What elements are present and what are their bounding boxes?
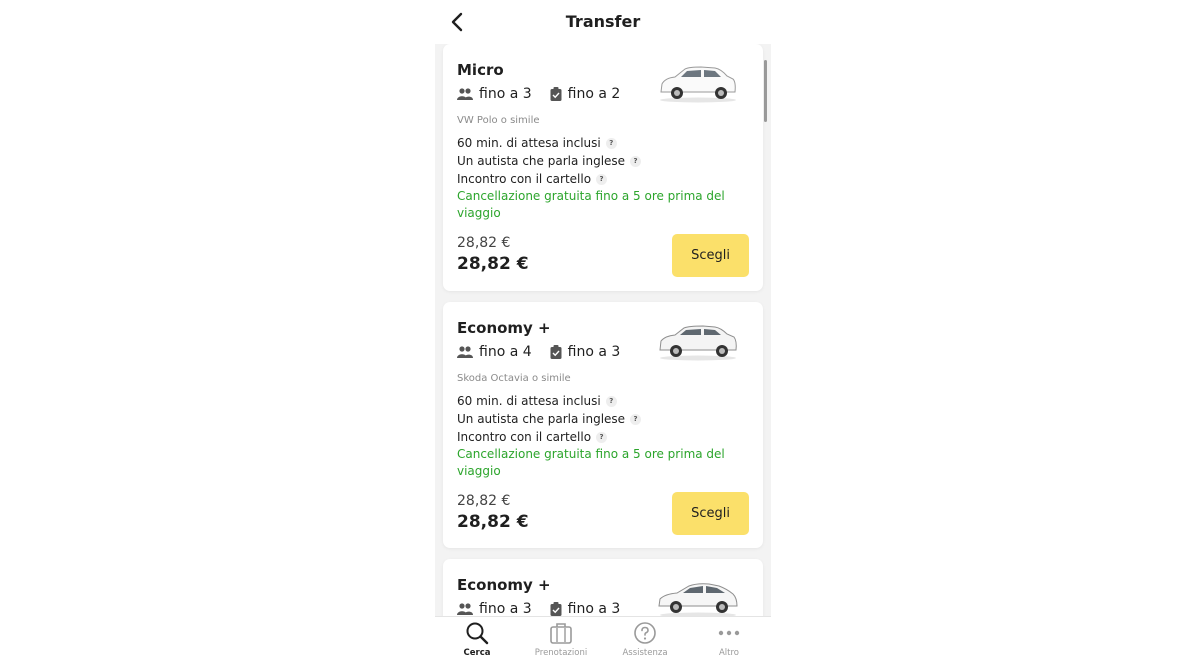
tab-label: Cerca	[463, 648, 491, 658]
help-icon[interactable]: ?	[596, 173, 608, 185]
car-image	[658, 583, 738, 616]
help-icon[interactable]: ?	[630, 413, 642, 425]
capacity-row: fino a 3 fino a 2	[457, 86, 638, 102]
passengers-capacity: fino a 3	[479, 601, 532, 616]
bottom-tab-bar: Cerca Prenotazioni Assistenza Altro	[435, 616, 771, 670]
passengers-icon	[457, 346, 473, 358]
vehicle-model: VW Polo o simile	[457, 115, 540, 126]
passengers-icon	[457, 603, 473, 615]
help-icon[interactable]: ?	[630, 155, 642, 167]
help-icon[interactable]: ?	[596, 431, 608, 443]
car-image	[660, 66, 736, 103]
feature-text: Un autista che parla inglese	[457, 154, 626, 168]
capacity-row: fino a 4 fino a 3	[457, 344, 638, 360]
tab-label: Prenotazioni	[534, 648, 588, 658]
header: Transfer	[435, 0, 771, 44]
vehicle-class-name: Economy +	[457, 319, 551, 337]
search-icon	[466, 622, 489, 645]
free-cancellation-text: Cancellazione gratuita fino a 5 ore prim…	[457, 189, 725, 220]
final-price: 28,82 €	[457, 512, 529, 532]
feature-text: Un autista che parla inglese	[457, 412, 626, 426]
passengers-capacity: fino a 4	[479, 344, 532, 360]
feature-text: 60 min. di attesa inclusi	[457, 394, 601, 408]
transfer-card-economy-plus-2: Economy + fino a 3 fino a 3	[443, 559, 763, 616]
help-icon	[634, 622, 656, 644]
capacity-row: fino a 3 fino a 3	[457, 601, 638, 616]
tab-bookings[interactable]: Prenotazioni	[519, 617, 603, 670]
feature-item: Un autista che parla inglese?	[457, 152, 747, 170]
features-list: 60 min. di attesa inclusi? Un autista ch…	[457, 392, 747, 480]
feature-text: 60 min. di attesa inclusi	[457, 136, 601, 150]
feature-text: Incontro con il cartello	[457, 172, 592, 186]
vehicle-class-name: Micro	[457, 61, 504, 79]
transfer-card-micro: Micro fino a 3 fino a 2 VW Polo o simile…	[443, 44, 763, 291]
page-title: Transfer	[565, 12, 641, 31]
app-screen: Transfer Micro fino a 3 fino a 2 VW Polo…	[435, 0, 771, 670]
tab-search[interactable]: Cerca	[435, 617, 519, 670]
luggage-capacity: fino a 3	[567, 601, 621, 616]
transfer-card-economy-plus: Economy + fino a 4 fino a 3 Skoda Octavi…	[443, 302, 763, 548]
tab-label: Assistenza	[622, 648, 668, 658]
passengers-icon	[457, 88, 473, 100]
luggage-capacity: fino a 2	[567, 86, 621, 102]
feature-item: 60 min. di attesa inclusi?	[457, 392, 747, 410]
more-icon	[718, 630, 740, 636]
choose-button[interactable]: Scegli	[672, 492, 749, 535]
tab-more[interactable]: Altro	[687, 617, 771, 670]
suitcase-icon	[550, 623, 572, 644]
free-cancellation-text: Cancellazione gratuita fino a 5 ore prim…	[457, 447, 725, 478]
scrollbar[interactable]	[764, 60, 767, 122]
original-price: 28,82 €	[457, 235, 511, 251]
feature-item: Incontro con il cartello?	[457, 170, 747, 188]
transfer-list[interactable]: Micro fino a 3 fino a 2 VW Polo o simile…	[435, 44, 771, 616]
feature-item: Un autista che parla inglese?	[457, 410, 747, 428]
feature-text: Incontro con il cartello	[457, 430, 592, 444]
help-icon[interactable]: ?	[605, 137, 617, 149]
luggage-icon	[550, 602, 562, 616]
features-list: 60 min. di attesa inclusi? Un autista ch…	[457, 134, 747, 222]
feature-item: Incontro con il cartello?	[457, 428, 747, 446]
luggage-icon	[550, 345, 562, 359]
help-icon[interactable]: ?	[605, 395, 617, 407]
vehicle-model: Skoda Octavia o simile	[457, 373, 571, 384]
final-price: 28,82 €	[457, 254, 529, 274]
luggage-icon	[550, 87, 562, 101]
original-price: 28,82 €	[457, 493, 511, 509]
passengers-capacity: fino a 3	[479, 86, 532, 102]
tab-label: Altro	[718, 648, 740, 658]
feature-item: 60 min. di attesa inclusi?	[457, 134, 747, 152]
luggage-capacity: fino a 3	[567, 344, 621, 360]
tab-assistance[interactable]: Assistenza	[603, 617, 687, 670]
choose-button[interactable]: Scegli	[672, 234, 749, 277]
car-image	[659, 325, 737, 361]
vehicle-class-name: Economy +	[457, 576, 551, 594]
